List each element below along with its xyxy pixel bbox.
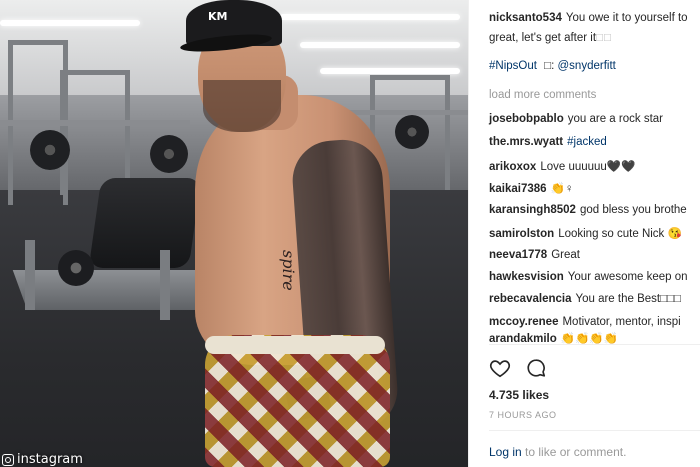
barbell bbox=[0, 120, 190, 126]
weight-plate bbox=[150, 135, 188, 173]
comment-text: Great bbox=[551, 249, 580, 261]
comment-username[interactable]: hawkesvision bbox=[489, 271, 564, 283]
comment-text: Motivator, mentor, inspi bbox=[562, 316, 681, 328]
bench-leg bbox=[160, 250, 170, 320]
comment-row: arikoxox Love uuuuuu🖤🖤 bbox=[489, 159, 635, 173]
tattoo-text: spire bbox=[279, 250, 298, 291]
camera-icon bbox=[2, 453, 14, 466]
comment-row: josebobpablo you are a rock star bbox=[489, 113, 663, 125]
ceiling-light bbox=[320, 68, 460, 74]
load-more-comments-link[interactable]: load more comments bbox=[489, 89, 596, 101]
post-photo[interactable]: KM spire instagram bbox=[0, 0, 468, 467]
credit-separator: : bbox=[551, 60, 555, 72]
caption-line-2: great, let's get after it□□ bbox=[489, 32, 612, 44]
caption-line-1: nicksanto534 You owe it to yourself to bbox=[489, 12, 688, 24]
comment-hashtag[interactable]: #jacked bbox=[567, 136, 607, 148]
comment-username[interactable]: mccoy.renee bbox=[489, 316, 558, 328]
divider bbox=[489, 344, 700, 345]
cap-logo: KM bbox=[208, 10, 228, 23]
instagram-watermark: instagram bbox=[2, 452, 83, 467]
comment-row: arandakmilo 👏👏👏👏 bbox=[489, 331, 618, 345]
comment-text: Your awesome keep on bbox=[567, 271, 688, 283]
comment-username[interactable]: samirolston bbox=[489, 228, 554, 240]
comment-text: Looking so cute Nick 😘 bbox=[558, 228, 682, 240]
emoji-placeholder: □□ bbox=[596, 32, 612, 44]
caption-text: You owe it to yourself to bbox=[565, 12, 688, 24]
ceiling-light bbox=[280, 14, 460, 20]
watermark-text: instagram bbox=[17, 452, 83, 467]
bench-frame bbox=[12, 270, 218, 310]
post-timestamp: 7 HOURS AGO bbox=[489, 410, 557, 420]
comment-text: you are a rock star bbox=[567, 113, 663, 125]
comment-text: Love uuuuuu🖤🖤 bbox=[540, 161, 636, 173]
comment-username[interactable]: josebobpablo bbox=[489, 113, 564, 125]
likes-count[interactable]: 4.735 likes bbox=[489, 388, 549, 402]
login-prompt: Log in to like or comment. bbox=[489, 445, 626, 459]
bench-leg bbox=[25, 240, 35, 310]
comment-row: kaikai7386 👏♀ bbox=[489, 181, 574, 195]
comment-row: samirolston Looking so cute Nick 😘 bbox=[489, 226, 682, 240]
shorts-waistband bbox=[205, 336, 385, 354]
bench-roller bbox=[58, 250, 94, 286]
comment-username[interactable]: karansingh8502 bbox=[489, 204, 576, 216]
comments-panel: nicksanto534 You owe it to yourself to gr… bbox=[468, 0, 700, 467]
caption-line-3: #NipsOut □: @snyderfitt bbox=[489, 60, 616, 72]
argyle-shorts bbox=[205, 335, 390, 467]
login-prompt-text: to like or comment. bbox=[525, 445, 627, 459]
comment-row: neeva1778 Great bbox=[489, 249, 580, 261]
comment-text: 👏♀ bbox=[550, 183, 574, 195]
divider bbox=[489, 430, 700, 431]
weight-plate bbox=[30, 130, 70, 170]
comment-text: god bless you brothe bbox=[579, 204, 687, 216]
caption-username[interactable]: nicksanto534 bbox=[489, 12, 562, 24]
comment-row: hawkesvision Your awesome keep on bbox=[489, 271, 688, 283]
comment-username[interactable]: rebecavalencia bbox=[489, 293, 571, 305]
comment-username[interactable]: kaikai7386 bbox=[489, 183, 547, 195]
comment-row: rebecavalencia You are the Best□□□ bbox=[489, 293, 681, 305]
comment-username[interactable]: arikoxox bbox=[489, 161, 536, 173]
weight-plate bbox=[395, 115, 429, 149]
comment-row: the.mrs.wyatt #jacked bbox=[489, 136, 607, 148]
comment-row: karansingh8502 god bless you brothe bbox=[489, 204, 687, 216]
comment-text: You are the Best□□□ bbox=[575, 293, 681, 305]
hashtag-link[interactable]: #NipsOut bbox=[489, 60, 537, 72]
mention-link[interactable]: @snyderfitt bbox=[558, 60, 616, 72]
squat-rack bbox=[60, 70, 130, 195]
ceiling-light bbox=[300, 42, 460, 48]
heart-icon[interactable] bbox=[489, 357, 511, 379]
caption-text-2: great, let's get after it bbox=[489, 32, 597, 44]
login-link[interactable]: Log in bbox=[489, 445, 522, 459]
ceiling-light bbox=[0, 20, 140, 26]
comment-username[interactable]: the.mrs.wyatt bbox=[489, 136, 563, 148]
speech-bubble-icon[interactable] bbox=[525, 357, 547, 379]
comment-row: mccoy.renee Motivator, mentor, inspi bbox=[489, 316, 681, 328]
person-beard bbox=[203, 80, 281, 132]
bench-pad bbox=[88, 178, 202, 268]
comment-username[interactable]: neeva1778 bbox=[489, 249, 547, 261]
